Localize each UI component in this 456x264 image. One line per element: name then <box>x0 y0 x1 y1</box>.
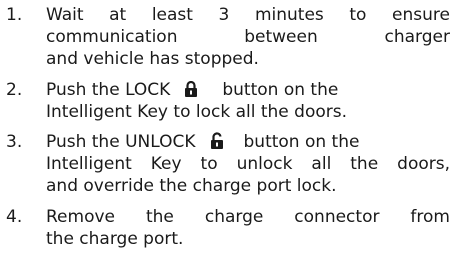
step-text-fragment: button on the <box>222 80 339 100</box>
step-number: 3. <box>6 132 23 152</box>
padlock-open-icon <box>210 132 224 155</box>
step-number: 4. <box>6 207 23 227</box>
step-text-line: Wait at least 3 minutes to ensure <box>46 5 450 25</box>
padlock-closed-icon <box>184 80 198 103</box>
instruction-steps: 1. Wait at least 3 minutes to ensure com… <box>0 0 456 264</box>
step-text-line: Intelligent Key to lock all the doors. <box>46 102 348 122</box>
step-text-line: Remove the charge connector from <box>46 207 450 227</box>
step-text-line: Push the LOCK button on the <box>46 79 450 103</box>
step-text-line: and vehicle has stopped. <box>46 49 259 69</box>
step-text-fragment: Push the LOCK <box>46 80 171 100</box>
step-text-line: Intelligent Key to unlock all the doors, <box>46 154 450 174</box>
step-text-line: the charge port. <box>46 229 184 249</box>
step-text-line: communication between charger <box>46 27 450 47</box>
step-text-line: and override the charge port lock. <box>46 176 337 196</box>
step-text-fragment: Push the UNLOCK <box>46 132 196 152</box>
step-number: 1. <box>6 5 23 25</box>
step-number: 2. <box>6 80 23 100</box>
step-text-line: Push the UNLOCK button on the <box>46 131 450 155</box>
step-text-fragment: button on the <box>243 132 360 152</box>
